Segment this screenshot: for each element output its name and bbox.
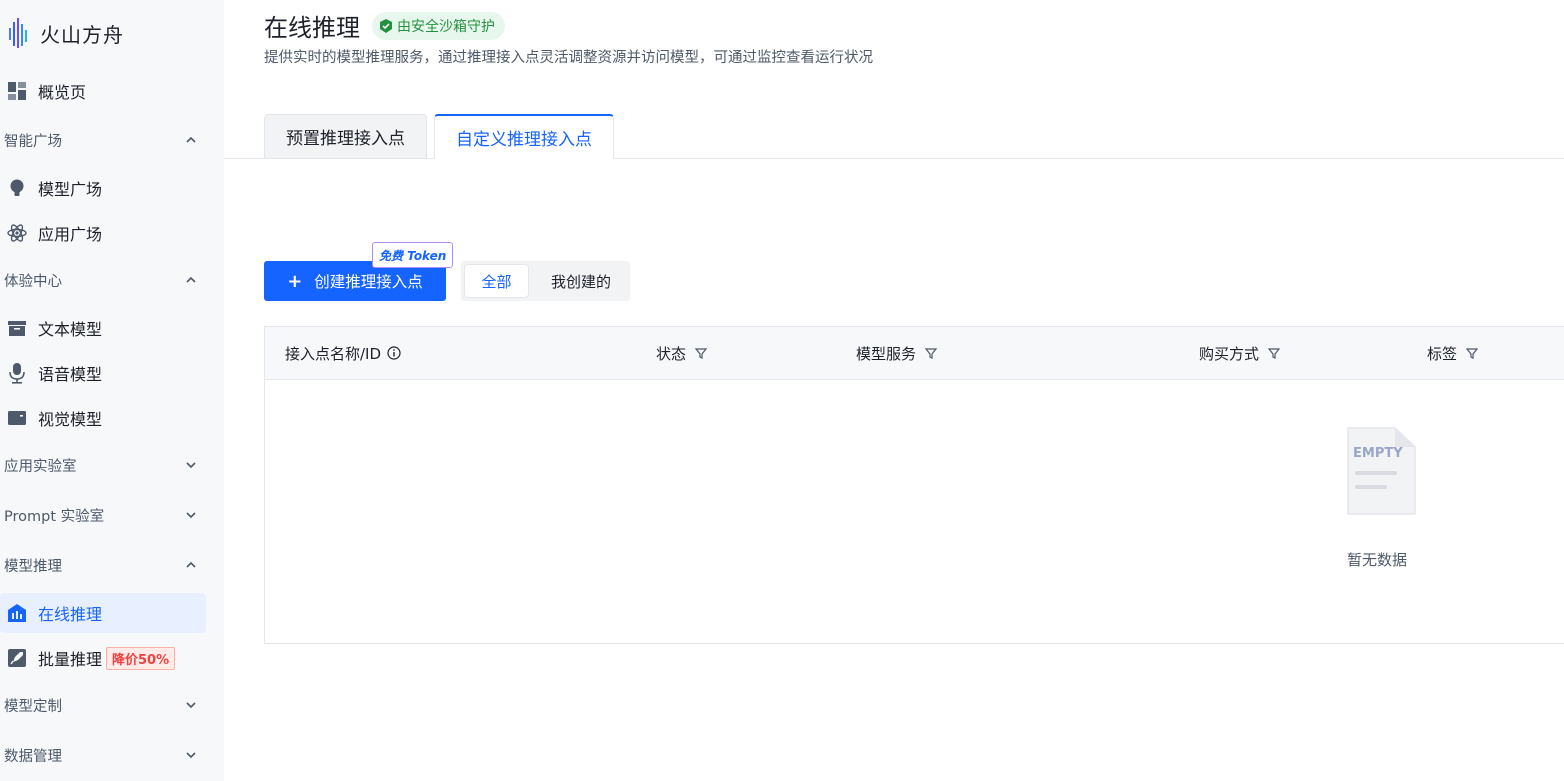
sidebar-item-label: 概览页	[38, 83, 87, 102]
sidebar-item-label: 视觉模型	[38, 410, 103, 429]
sidebar-item-label: 在线推理	[38, 605, 103, 624]
plus-icon: +	[287, 270, 303, 292]
svg-text:EMPTY: EMPTY	[1353, 446, 1403, 461]
sidebar-item-batch-inference[interactable]: 批量推理 降价50%	[0, 638, 206, 678]
page-description: 提供实时的模型推理服务，通过推理接入点灵活调整资源并访问模型，可通过监控查看运行…	[264, 50, 873, 66]
chevron-down-icon	[186, 512, 196, 519]
sidebar-group-label: Prompt 实验室	[4, 508, 105, 525]
sidebar: 火山方舟 概览页 智能广场 模型广场 应用广场 体验中心 文本模型 语音模型 视…	[0, 0, 224, 781]
chevron-up-icon	[186, 561, 196, 568]
archive-box-icon	[6, 317, 28, 339]
column-purchase-label: 购买方式	[1199, 344, 1260, 363]
screen-icon	[6, 407, 28, 429]
sidebar-item-label: 应用广场	[38, 225, 103, 244]
create-endpoint-label: 创建推理接入点	[314, 273, 423, 291]
endpoint-table: 接入点名称/ID 状态 模型服务 购买方式 标签 EMPTY 暂无数据	[264, 326, 1564, 644]
sidebar-item-overview[interactable]: 概览页	[0, 71, 206, 111]
empty-state-text: 暂无数据	[1347, 551, 1408, 569]
filter-icon[interactable]	[1267, 346, 1281, 360]
sidebar-item-voice-model[interactable]: 语音模型	[0, 353, 206, 393]
dashboard-icon	[6, 80, 28, 102]
security-badge-label: 由安全沙箱守护	[397, 19, 495, 35]
sidebar-item-text-model[interactable]: 文本模型	[0, 308, 206, 348]
chevron-down-icon	[186, 462, 196, 469]
sidebar-item-label: 文本模型	[38, 320, 103, 339]
column-model-service: 模型服务	[856, 327, 938, 379]
table-header: 接入点名称/ID 状态 模型服务 购买方式 标签	[265, 327, 1564, 380]
info-icon[interactable]	[387, 346, 401, 360]
microphone-icon	[6, 362, 28, 384]
app-name: 火山方舟	[40, 22, 124, 47]
sidebar-group-experience[interactable]: 体验中心	[0, 262, 200, 298]
shield-check-icon	[380, 19, 392, 33]
sidebar-group-label: 数据管理	[4, 748, 62, 765]
column-tags: 标签	[1427, 327, 1479, 379]
app-logo[interactable]: 火山方舟	[8, 16, 124, 50]
filter-all-option[interactable]: 全部	[465, 265, 528, 297]
sidebar-group-label: 智能广场	[4, 133, 62, 150]
column-status: 状态	[656, 327, 708, 379]
rocket-icon	[6, 647, 28, 669]
filter-icon[interactable]	[924, 346, 938, 360]
discount-badge: 降价50%	[106, 646, 176, 670]
column-name: 接入点名称/ID	[285, 327, 401, 379]
sidebar-group-label: 模型定制	[4, 698, 62, 715]
security-badge: 由安全沙箱守护	[372, 12, 505, 40]
sidebar-item-vision-model[interactable]: 视觉模型	[0, 398, 206, 438]
sidebar-group-label: 体验中心	[4, 273, 62, 290]
sidebar-group-smart-plaza[interactable]: 智能广场	[0, 122, 200, 158]
sidebar-group-prompt-lab[interactable]: Prompt 实验室	[0, 497, 200, 533]
sidebar-item-model-plaza[interactable]: 模型广场	[0, 168, 206, 208]
filter-icon[interactable]	[1465, 346, 1479, 360]
owner-filter-segmented: 全部 我创建的	[461, 261, 630, 301]
sidebar-group-label: 应用实验室	[4, 458, 77, 475]
bank-chart-icon	[6, 602, 28, 624]
tabs-divider	[224, 158, 1564, 159]
tab-custom-endpoints[interactable]: 自定义推理接入点	[434, 114, 614, 159]
chevron-up-icon	[186, 136, 196, 143]
volcano-logo-icon	[9, 18, 27, 48]
sidebar-item-app-plaza[interactable]: 应用广场	[0, 213, 206, 253]
chevron-up-icon	[186, 276, 196, 283]
chevron-down-icon	[186, 702, 196, 709]
page-title: 在线推理	[264, 14, 360, 42]
free-token-tag: 免费 Token	[372, 242, 454, 268]
sidebar-item-label: 语音模型	[38, 365, 103, 384]
filter-mine-option[interactable]: 我创建的	[536, 265, 626, 297]
empty-document-icon: EMPTY	[1347, 427, 1416, 515]
sidebar-group-inference[interactable]: 模型推理	[0, 547, 200, 583]
tab-preset-endpoints[interactable]: 预置推理接入点	[264, 114, 427, 158]
column-purchase: 购买方式	[1199, 327, 1281, 379]
column-name-label: 接入点名称/ID	[285, 344, 382, 363]
filter-icon[interactable]	[694, 346, 708, 360]
sidebar-group-app-lab[interactable]: 应用实验室	[0, 447, 200, 483]
sidebar-item-label: 模型广场	[38, 180, 103, 199]
sidebar-item-label: 批量推理	[38, 650, 103, 669]
column-status-label: 状态	[656, 344, 687, 363]
lightbulb-icon	[6, 177, 28, 199]
sidebar-item-online-inference[interactable]: 在线推理	[0, 593, 206, 633]
sidebar-group-customize[interactable]: 模型定制	[0, 687, 200, 723]
atom-icon	[6, 222, 28, 244]
sidebar-group-data[interactable]: 数据管理	[0, 737, 200, 773]
chevron-down-icon	[186, 752, 196, 759]
sidebar-group-label: 模型推理	[4, 558, 62, 575]
column-tags-label: 标签	[1427, 344, 1458, 363]
column-service-label: 模型服务	[856, 344, 917, 363]
